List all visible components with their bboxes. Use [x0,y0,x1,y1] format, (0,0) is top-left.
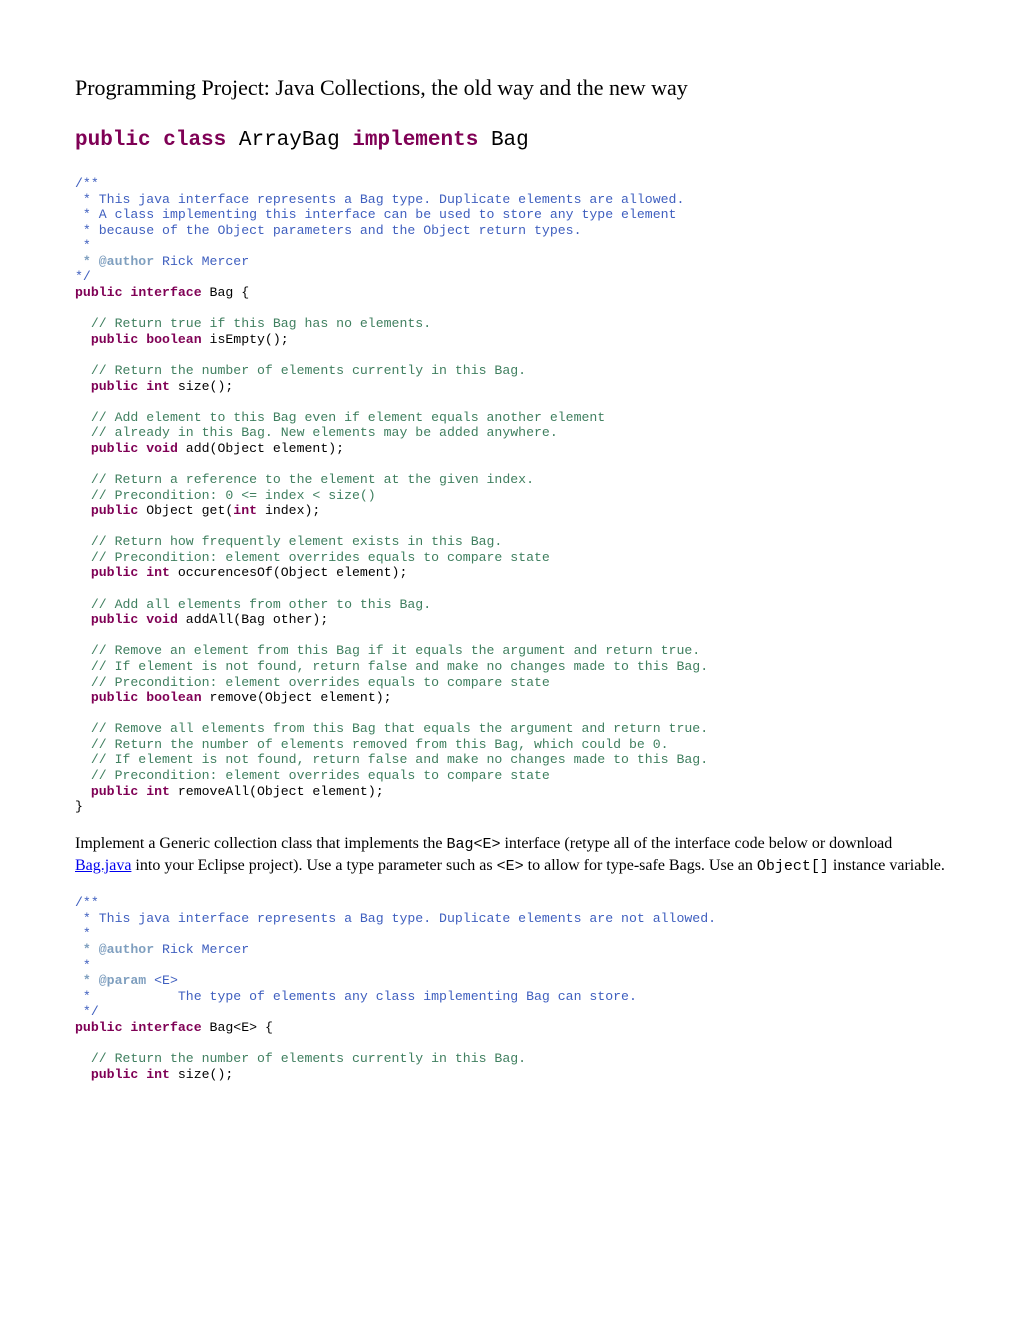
keyword-public: public [75,129,151,152]
code-block-bag-interface: /** * This java interface represents a B… [75,176,945,815]
inline-code-e: <E> [497,858,524,875]
instruction-paragraph: Implement a Generic collection class tha… [75,833,945,878]
interface-name: Bag [491,129,529,152]
inline-code-bag-e: Bag<E> [446,836,500,853]
keyword-implements: implements [352,129,478,152]
code-block-bag-generic-interface: /** * This java interface represents a B… [75,895,945,1082]
keyword-class: class [163,129,226,152]
inline-code-object-array: Object[] [757,858,829,875]
class-declaration: public class ArrayBag implements Bag [75,129,945,152]
class-name: ArrayBag [239,129,340,152]
bag-java-link[interactable]: Bag.java [75,857,131,874]
page-title: Programming Project: Java Collections, t… [75,75,945,101]
